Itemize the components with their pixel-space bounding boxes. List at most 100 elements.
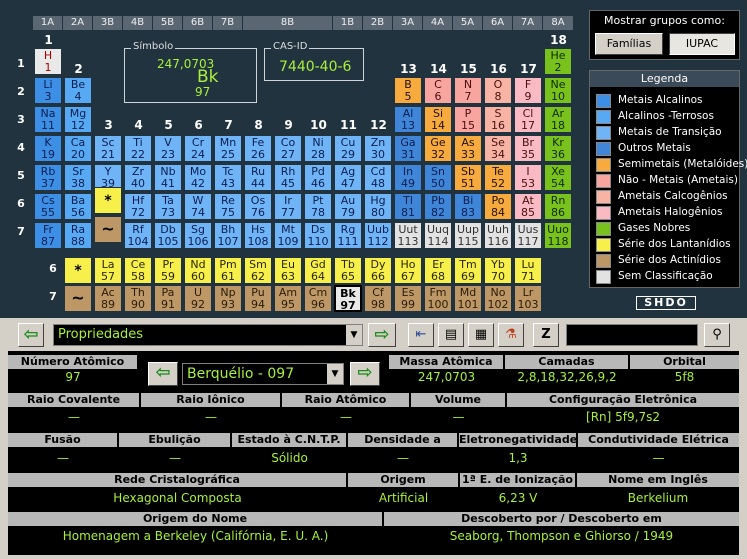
element-cell-fe[interactable]: Fe 26 (244, 135, 272, 162)
chevron-down-icon[interactable]: ▼ (346, 325, 362, 345)
element-cell-rg[interactable]: Rg 111 (334, 222, 362, 249)
element-cell-hf[interactable]: Hf 72 (124, 193, 152, 220)
element-cell-tc[interactable]: Tc 43 (214, 164, 242, 191)
element-cell-sc[interactable]: Sc 21 (94, 135, 122, 162)
element-cell-ds[interactable]: Ds 110 (304, 222, 332, 249)
element-cell-rb[interactable]: Rb 37 (34, 164, 62, 191)
element-cell-pd[interactable]: Pd 46 (304, 164, 332, 191)
element-cell-zr[interactable]: Zr 40 (124, 164, 152, 191)
element-cell-au[interactable]: Au 79 (334, 193, 362, 220)
element-cell-co[interactable]: Co 27 (274, 135, 302, 162)
element-cell-am[interactable]: Am 95 (274, 285, 302, 312)
element-cell-i[interactable]: I 53 (514, 164, 542, 191)
element-cell-b[interactable]: B5 (394, 77, 422, 104)
element-cell-o[interactable]: O8 (484, 77, 512, 104)
chevron-down-icon[interactable]: ▼ (327, 364, 343, 384)
sigma-z-icon[interactable]: Z (533, 323, 559, 347)
element-cell-ga[interactable]: Ga 31 (394, 135, 422, 162)
element-cell-sb[interactable]: Sb 51 (454, 164, 482, 191)
element-cell-hs[interactable]: Hs 108 (244, 222, 272, 249)
element-cell-ge[interactable]: Ge 32 (424, 135, 452, 162)
element-cell-zn[interactable]: Zn 30 (364, 135, 392, 162)
element-cell-bi[interactable]: Bi 83 (454, 193, 482, 220)
element-cell-sn[interactable]: Sn 50 (424, 164, 452, 191)
element-cell-rh[interactable]: Rh 45 (274, 164, 302, 191)
element-cell-tm[interactable]: Tm 69 (454, 257, 482, 284)
element-cell-ne[interactable]: Ne 10 (544, 77, 572, 104)
element-cell-rn[interactable]: Rn 86 (544, 193, 572, 220)
element-cell-ho[interactable]: Ho 67 (394, 257, 422, 284)
element-cell-cm[interactable]: Cm 96 (304, 285, 332, 312)
element-cell-th[interactable]: Th 90 (124, 285, 152, 312)
element-cell-es[interactable]: Es 99 (394, 285, 422, 312)
element-cell-li[interactable]: Li 3 (34, 77, 62, 104)
element-cell-cr[interactable]: Cr 24 (184, 135, 212, 162)
element-cell-er[interactable]: Er 68 (424, 257, 452, 284)
element-cell-c[interactable]: C6 (424, 77, 452, 104)
actinide-placeholder[interactable]: ~ (94, 216, 122, 243)
element-cell-xe[interactable]: Xe 54 (544, 164, 572, 191)
element-cell-in[interactable]: In 49 (394, 164, 422, 191)
element-cell-ac[interactable]: Ac 89 (94, 285, 122, 312)
element-cell-te[interactable]: Te 52 (484, 164, 512, 191)
element-cell-mo[interactable]: Mo 42 (184, 164, 212, 191)
element-cell-np[interactable]: Np 93 (214, 285, 242, 312)
element-cell-fm[interactable]: Fm 100 (424, 285, 452, 312)
iupac-button[interactable]: IUPAC (669, 33, 735, 55)
element-cell-he[interactable]: He 2 (544, 48, 572, 75)
element-cell-re[interactable]: Re 75 (214, 193, 242, 220)
element-cell-md[interactable]: Md 101 (454, 285, 482, 312)
element-cell-rf[interactable]: Rf 104 (124, 222, 152, 249)
element-cell-tl[interactable]: Tl 81 (394, 193, 422, 220)
element-cell-db[interactable]: Db 105 (154, 222, 182, 249)
element-cell-cf[interactable]: Cf 98 (364, 285, 392, 312)
next-element-button[interactable]: ⇨ (350, 362, 380, 386)
element-cell-sr[interactable]: Sr 38 (64, 164, 92, 191)
element-cell-f[interactable]: F9 (514, 77, 542, 104)
element-cell-lr[interactable]: Lr 103 (514, 285, 542, 312)
element-cell-se[interactable]: Se 34 (484, 135, 512, 162)
element-cell-ti[interactable]: Ti 22 (124, 135, 152, 162)
element-cell-hg[interactable]: Hg 80 (364, 193, 392, 220)
element-cell-uup[interactable]: Uup 115 (454, 222, 482, 249)
element-combo[interactable]: Berquélio - 097 ▼ (182, 363, 344, 385)
search-icon[interactable]: ⚲ (704, 323, 730, 347)
element-cell-p[interactable]: P 15 (454, 106, 482, 133)
element-cell-uuo[interactable]: Uuo 118 (544, 222, 572, 249)
element-cell-s[interactable]: S 16 (484, 106, 512, 133)
element-cell-bk[interactable]: Bk 97 (334, 285, 362, 312)
element-cell-cu[interactable]: Cu 29 (334, 135, 362, 162)
element-cell-u[interactable]: U 92 (184, 285, 212, 312)
element-cell-as[interactable]: As 33 (454, 135, 482, 162)
search-input[interactable] (566, 324, 698, 346)
table-icon[interactable]: ▤ (438, 323, 464, 347)
element-cell-pr[interactable]: Pr 59 (154, 257, 182, 284)
element-cell-mt[interactable]: Mt 109 (274, 222, 302, 249)
element-cell-ce[interactable]: Ce 58 (124, 257, 152, 284)
element-cell-br[interactable]: Br 35 (514, 135, 542, 162)
element-cell-no[interactable]: No 102 (484, 285, 512, 312)
element-cell-sg[interactable]: Sg 106 (184, 222, 212, 249)
element-cell-al[interactable]: Al 13 (394, 106, 422, 133)
element-cell-pb[interactable]: Pb 82 (424, 193, 452, 220)
tool-icon[interactable]: ⚗ (498, 323, 524, 347)
element-cell-tb[interactable]: Tb 65 (334, 257, 362, 284)
element-cell-ra[interactable]: Ra 88 (64, 222, 92, 249)
element-cell-ag[interactable]: Ag 47 (334, 164, 362, 191)
element-cell-ar[interactable]: Ar 18 (544, 106, 572, 133)
element-cell-kr[interactable]: Kr 36 (544, 135, 572, 162)
element-cell-bh[interactable]: Bh 107 (214, 222, 242, 249)
element-cell-pt[interactable]: Pt 78 (304, 193, 332, 220)
element-cell-la[interactable]: La 57 (94, 257, 122, 284)
lanthanide-placeholder[interactable]: * (94, 187, 122, 214)
element-cell-cd[interactable]: Cd 48 (364, 164, 392, 191)
prev-arrow-button[interactable]: ⇦ (18, 323, 44, 347)
film-icon[interactable]: ▦ (468, 323, 494, 347)
element-cell-n[interactable]: N7 (454, 77, 482, 104)
element-cell-w[interactable]: W 74 (184, 193, 212, 220)
element-cell-h[interactable]: H1 (34, 48, 62, 75)
element-cell-pm[interactable]: Pm 61 (214, 257, 242, 284)
element-cell-sm[interactable]: Sm 62 (244, 257, 272, 284)
element-cell-cl[interactable]: Cl 17 (514, 106, 542, 133)
element-cell-os[interactable]: Os 76 (244, 193, 272, 220)
